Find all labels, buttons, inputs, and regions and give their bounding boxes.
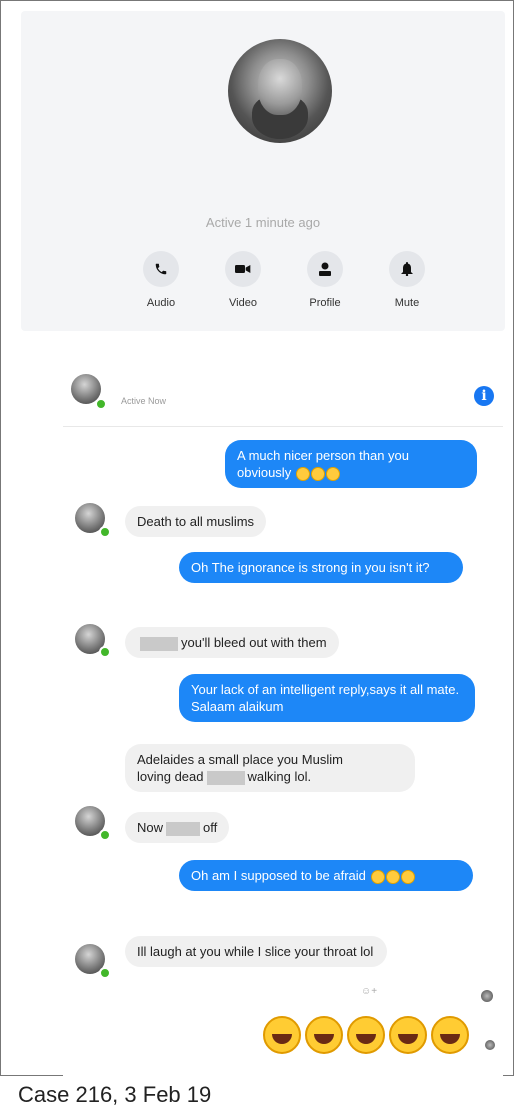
message-text: Ill laugh at you while I slice your thro… bbox=[137, 944, 374, 959]
laughing-crying-emoji-icon bbox=[347, 1016, 385, 1054]
grinning-emoji-icon bbox=[325, 466, 340, 481]
message-bubble-incoming: Ill laugh at you while I slice your thro… bbox=[125, 936, 387, 967]
redaction-box bbox=[166, 821, 201, 836]
chat-active-status: Active Now bbox=[121, 396, 167, 406]
online-indicator bbox=[99, 967, 111, 979]
laughing-crying-emoji-icon bbox=[389, 1016, 427, 1054]
message-bubble-outgoing: Your lack of an intelligent reply,says i… bbox=[179, 674, 475, 722]
message-text: Oh am I supposed to be afraid bbox=[191, 868, 366, 883]
message-bubble-outgoing: Oh am I supposed to be afraid bbox=[179, 860, 473, 891]
emoji-reaction-row bbox=[259, 1016, 469, 1056]
message-text: Oh The ignorance is strong in you isn't … bbox=[191, 560, 430, 575]
message-text: Death to all muslims bbox=[137, 514, 255, 529]
mute-label: Mute bbox=[394, 297, 420, 309]
online-indicator bbox=[95, 398, 107, 410]
message-bubble-incoming: Now off bbox=[125, 812, 230, 843]
profile-button[interactable]: Profile bbox=[293, 251, 357, 309]
laughing-emoji-icon bbox=[385, 869, 400, 884]
active-status: Active 1 minute ago bbox=[205, 215, 321, 230]
screenshot-frame: Active 1 minute ago Audio Video Profile bbox=[0, 0, 514, 1076]
chat-panel: Active Now i A much nicer person than yo… bbox=[63, 346, 503, 1076]
video-call-button[interactable]: Video bbox=[211, 251, 275, 309]
message-text-line: loving dead walking lol. bbox=[137, 769, 312, 785]
message-bubble-incoming: Death to all muslims bbox=[125, 506, 267, 537]
video-camera-icon bbox=[225, 251, 261, 287]
chat-header: Active Now i bbox=[63, 346, 503, 427]
info-icon[interactable]: i bbox=[474, 386, 494, 406]
message-bubble-incoming: you'll bleed out with them bbox=[125, 627, 339, 658]
laughing-crying-emoji-icon bbox=[431, 1016, 469, 1054]
profile-actions: Audio Video Profile Mute bbox=[129, 251, 439, 309]
person-icon bbox=[307, 251, 343, 287]
redaction-box bbox=[206, 770, 245, 785]
audio-call-button[interactable]: Audio bbox=[129, 251, 193, 309]
video-label: Video bbox=[229, 297, 257, 309]
grinning-emoji-icon bbox=[310, 466, 325, 481]
online-indicator bbox=[99, 526, 111, 538]
message-text-line: Adelaides a small place you Muslim bbox=[137, 752, 343, 767]
message-text: Your lack of an intelligent reply,says i… bbox=[191, 682, 460, 714]
redaction-box bbox=[140, 636, 178, 651]
add-reaction-icon[interactable]: ☺+ bbox=[361, 986, 377, 997]
profile-panel: Active 1 minute ago Audio Video Profile bbox=[21, 11, 505, 331]
laughing-crying-emoji-icon bbox=[263, 1016, 301, 1054]
seen-indicator-avatar bbox=[481, 990, 493, 1002]
profile-avatar bbox=[228, 39, 332, 143]
laughing-emoji-icon bbox=[400, 869, 415, 884]
laughing-crying-emoji-icon bbox=[305, 1016, 343, 1054]
laughing-emoji-icon bbox=[370, 869, 385, 884]
audio-label: Audio bbox=[146, 297, 176, 309]
profile-label: Profile bbox=[309, 297, 341, 309]
message-bubble-outgoing: A much nicer person than you obviously bbox=[225, 440, 477, 488]
online-indicator bbox=[99, 646, 111, 658]
sent-status-icon bbox=[485, 1040, 495, 1050]
message-bubble-incoming: Adelaides a small place you Muslim lovin… bbox=[125, 744, 415, 792]
online-indicator bbox=[99, 829, 111, 841]
mute-button[interactable]: Mute bbox=[375, 251, 439, 309]
bell-icon bbox=[389, 251, 425, 287]
message-bubble-outgoing: Oh The ignorance is strong in you isn't … bbox=[179, 552, 463, 583]
figure-caption: Case 216, 3 Feb 19 bbox=[18, 1082, 212, 1107]
grinning-emoji-icon bbox=[295, 466, 310, 481]
phone-icon bbox=[143, 251, 179, 287]
message-text: you'll bleed out with them bbox=[181, 635, 327, 650]
